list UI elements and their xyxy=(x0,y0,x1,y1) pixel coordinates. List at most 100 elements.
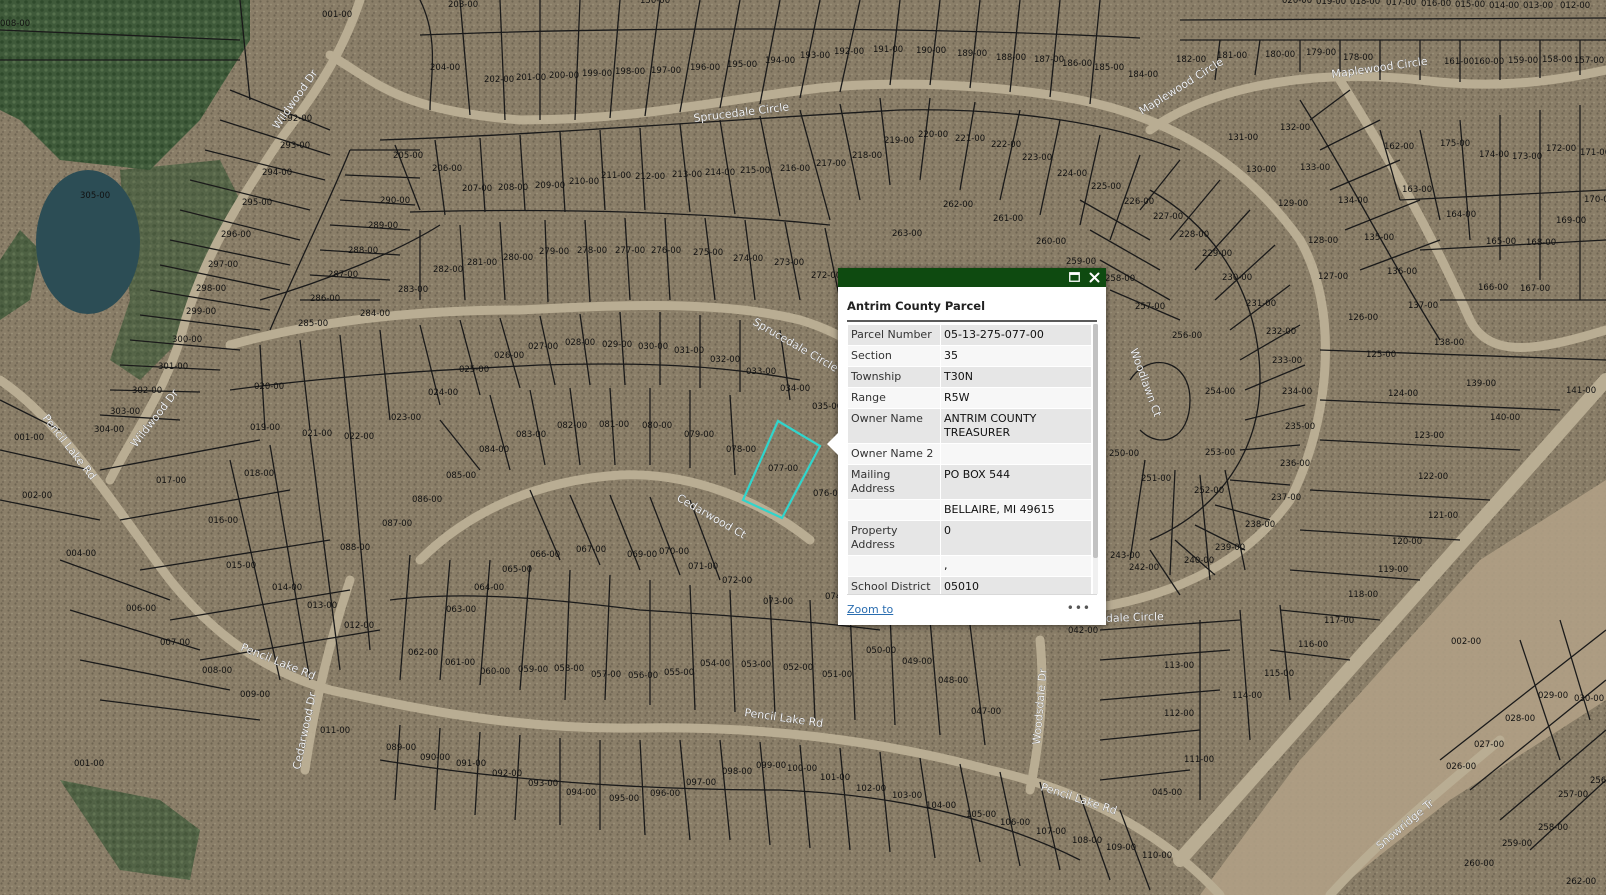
parcel-label: 012-00 xyxy=(1560,1,1590,11)
parcel-label: 121-00 xyxy=(1428,511,1458,521)
parcel-label: 224-00 xyxy=(1057,169,1087,179)
parcel-label: 167-00 xyxy=(1520,284,1550,294)
parcel-label: 087-00 xyxy=(382,519,412,529)
parcel-label: 129-00 xyxy=(1278,199,1308,209)
parcel-label: 159-00 xyxy=(1508,56,1538,66)
popup-content[interactable]: Parcel Number 05-13-275-077-00 Section 35 … xyxy=(847,324,1098,594)
parcel-label: 051-00 xyxy=(822,670,852,680)
parcel-label: 050-00 xyxy=(866,646,896,656)
parcel-label: 251-00 xyxy=(1141,474,1171,484)
parcel-label: 016-00 xyxy=(1421,0,1451,9)
parcel-label: 065-00 xyxy=(502,565,532,575)
parcel-label: 278-00 xyxy=(577,246,607,256)
attribute-key: Owner Name 2 xyxy=(847,443,941,465)
close-icon[interactable] xyxy=(1086,269,1102,285)
parcel-label: 019-00 xyxy=(1316,0,1346,7)
parcel-label: 225-00 xyxy=(1091,182,1121,192)
parcel-label: 290-00 xyxy=(380,196,410,206)
parcel-label: 230-00 xyxy=(1222,273,1252,283)
parcel-label: 206-00 xyxy=(432,164,462,174)
parcel-label: 014-00 xyxy=(272,583,302,593)
parcel-label: 015-00 xyxy=(1455,0,1485,10)
parcel-label: 211-00 xyxy=(601,171,631,181)
parcel-label: 141-00 xyxy=(1566,386,1596,396)
parcel-label: 193-00 xyxy=(800,51,830,61)
parcel-label: 025-00 xyxy=(459,365,489,375)
scrollbar-thumb[interactable] xyxy=(1093,324,1098,558)
parcel-label: 018-00 xyxy=(244,469,274,479)
parcel-label: 188-00 xyxy=(996,53,1026,63)
parcel-label: 136-00 xyxy=(1387,267,1417,277)
maximize-icon[interactable] xyxy=(1066,269,1082,285)
parcel-label: 122-00 xyxy=(1418,472,1448,482)
popup-pointer xyxy=(827,433,838,455)
parcel-label: 231-00 xyxy=(1246,299,1276,309)
parcel-label: 031-00 xyxy=(674,346,704,356)
parcel-label: 282-00 xyxy=(433,265,463,275)
parcel-label: 232-00 xyxy=(1266,327,1296,337)
parcel-label: 124-00 xyxy=(1388,389,1418,399)
table-row: Section 35 xyxy=(847,345,1092,367)
parcel-label: 014-00 xyxy=(1489,1,1519,11)
parcel-label: 117-00 xyxy=(1324,616,1354,626)
zoom-to-link[interactable]: Zoom to xyxy=(847,603,893,616)
parcel-label: 256-00 xyxy=(1172,331,1202,341)
parcel-label: 027-00 xyxy=(1474,740,1504,750)
parcel-label: 272-00 xyxy=(811,271,841,281)
parcel-label: 080-00 xyxy=(642,421,672,431)
parcel-label: 061-00 xyxy=(445,658,475,668)
parcel-label: 257-00 xyxy=(1558,790,1588,800)
attribute-value: 05010 xyxy=(940,576,1092,594)
map-view[interactable]: 001-00 203-00 204-00 202-00 201-00 200-0… xyxy=(0,0,1606,895)
attribute-key xyxy=(847,499,941,521)
parcel-label: 105-00 xyxy=(966,810,996,820)
parcel-label: 180-00 xyxy=(1265,50,1295,60)
table-row: Mailing Address PO BOX 544 xyxy=(847,464,1092,500)
parcel-label: 023-00 xyxy=(391,413,421,423)
parcel-label: 263-00 xyxy=(892,229,922,239)
table-row: BELLAIRE, MI 49615 xyxy=(847,499,1092,521)
parcel-label: 033-00 xyxy=(746,367,776,377)
popup-scrollbar[interactable] xyxy=(1093,324,1098,594)
parcel-label: 179-00 xyxy=(1306,48,1336,58)
parcel-label: 107-00 xyxy=(1036,827,1066,837)
more-options-icon[interactable]: ••• xyxy=(1067,601,1091,615)
parcel-label: 004-00 xyxy=(66,549,96,559)
parcel-label: 090-00 xyxy=(420,753,450,763)
popup-footer: Zoom to ••• xyxy=(847,594,1097,625)
parcel-label: 218-00 xyxy=(852,151,882,161)
parcel-label: 174-00 xyxy=(1479,150,1509,160)
parcel-label: 085-00 xyxy=(446,471,476,481)
parcel-label: 228-00 xyxy=(1179,230,1209,240)
parcel-label: 201-00 xyxy=(516,73,546,83)
parcel-label: 081-00 xyxy=(599,420,629,430)
parcel-label: 045-00 xyxy=(1152,788,1182,798)
parcel-label: 091-00 xyxy=(456,759,486,769)
popup-title: Antrim County Parcel xyxy=(847,287,1097,322)
parcel-label: 017-00 xyxy=(1386,0,1416,8)
parcel-label: 210-00 xyxy=(569,177,599,187)
parcel-label: 063-00 xyxy=(446,605,476,615)
parcel-label: 089-00 xyxy=(386,743,416,753)
parcel-label: 253-00 xyxy=(1205,448,1235,458)
parcel-label: 110-00 xyxy=(1142,851,1172,861)
parcel-label: 229-00 xyxy=(1202,249,1232,259)
parcel-label: 160-00 xyxy=(1474,57,1504,67)
parcel-label: 168-00 xyxy=(1526,238,1556,248)
parcel-label: 002-00 xyxy=(1451,637,1481,647)
parcel-label: 187-00 xyxy=(1034,55,1064,65)
attribute-key: School District xyxy=(847,576,941,594)
parcel-label: 106-00 xyxy=(1000,818,1030,828)
attribute-key: Township xyxy=(847,366,941,388)
parcel-label: 006-00 xyxy=(126,604,156,614)
parcel-label: 096-00 xyxy=(650,789,680,799)
parcel-label: 026-00 xyxy=(494,351,524,361)
parcel-label: 195-00 xyxy=(727,60,757,70)
parcel-label: 013-00 xyxy=(1523,1,1553,11)
parcel-label: 302-00 xyxy=(132,386,162,396)
parcel-label: 052-00 xyxy=(783,663,813,673)
parcel-label: 240-00 xyxy=(1184,556,1214,566)
parcel-label: 279-00 xyxy=(539,247,569,257)
parcel-info-popup[interactable]: Antrim County Parcel Parcel Number 05-13-… xyxy=(827,268,1106,625)
attribute-table: Parcel Number 05-13-275-077-00 Section 35 … xyxy=(847,324,1092,594)
